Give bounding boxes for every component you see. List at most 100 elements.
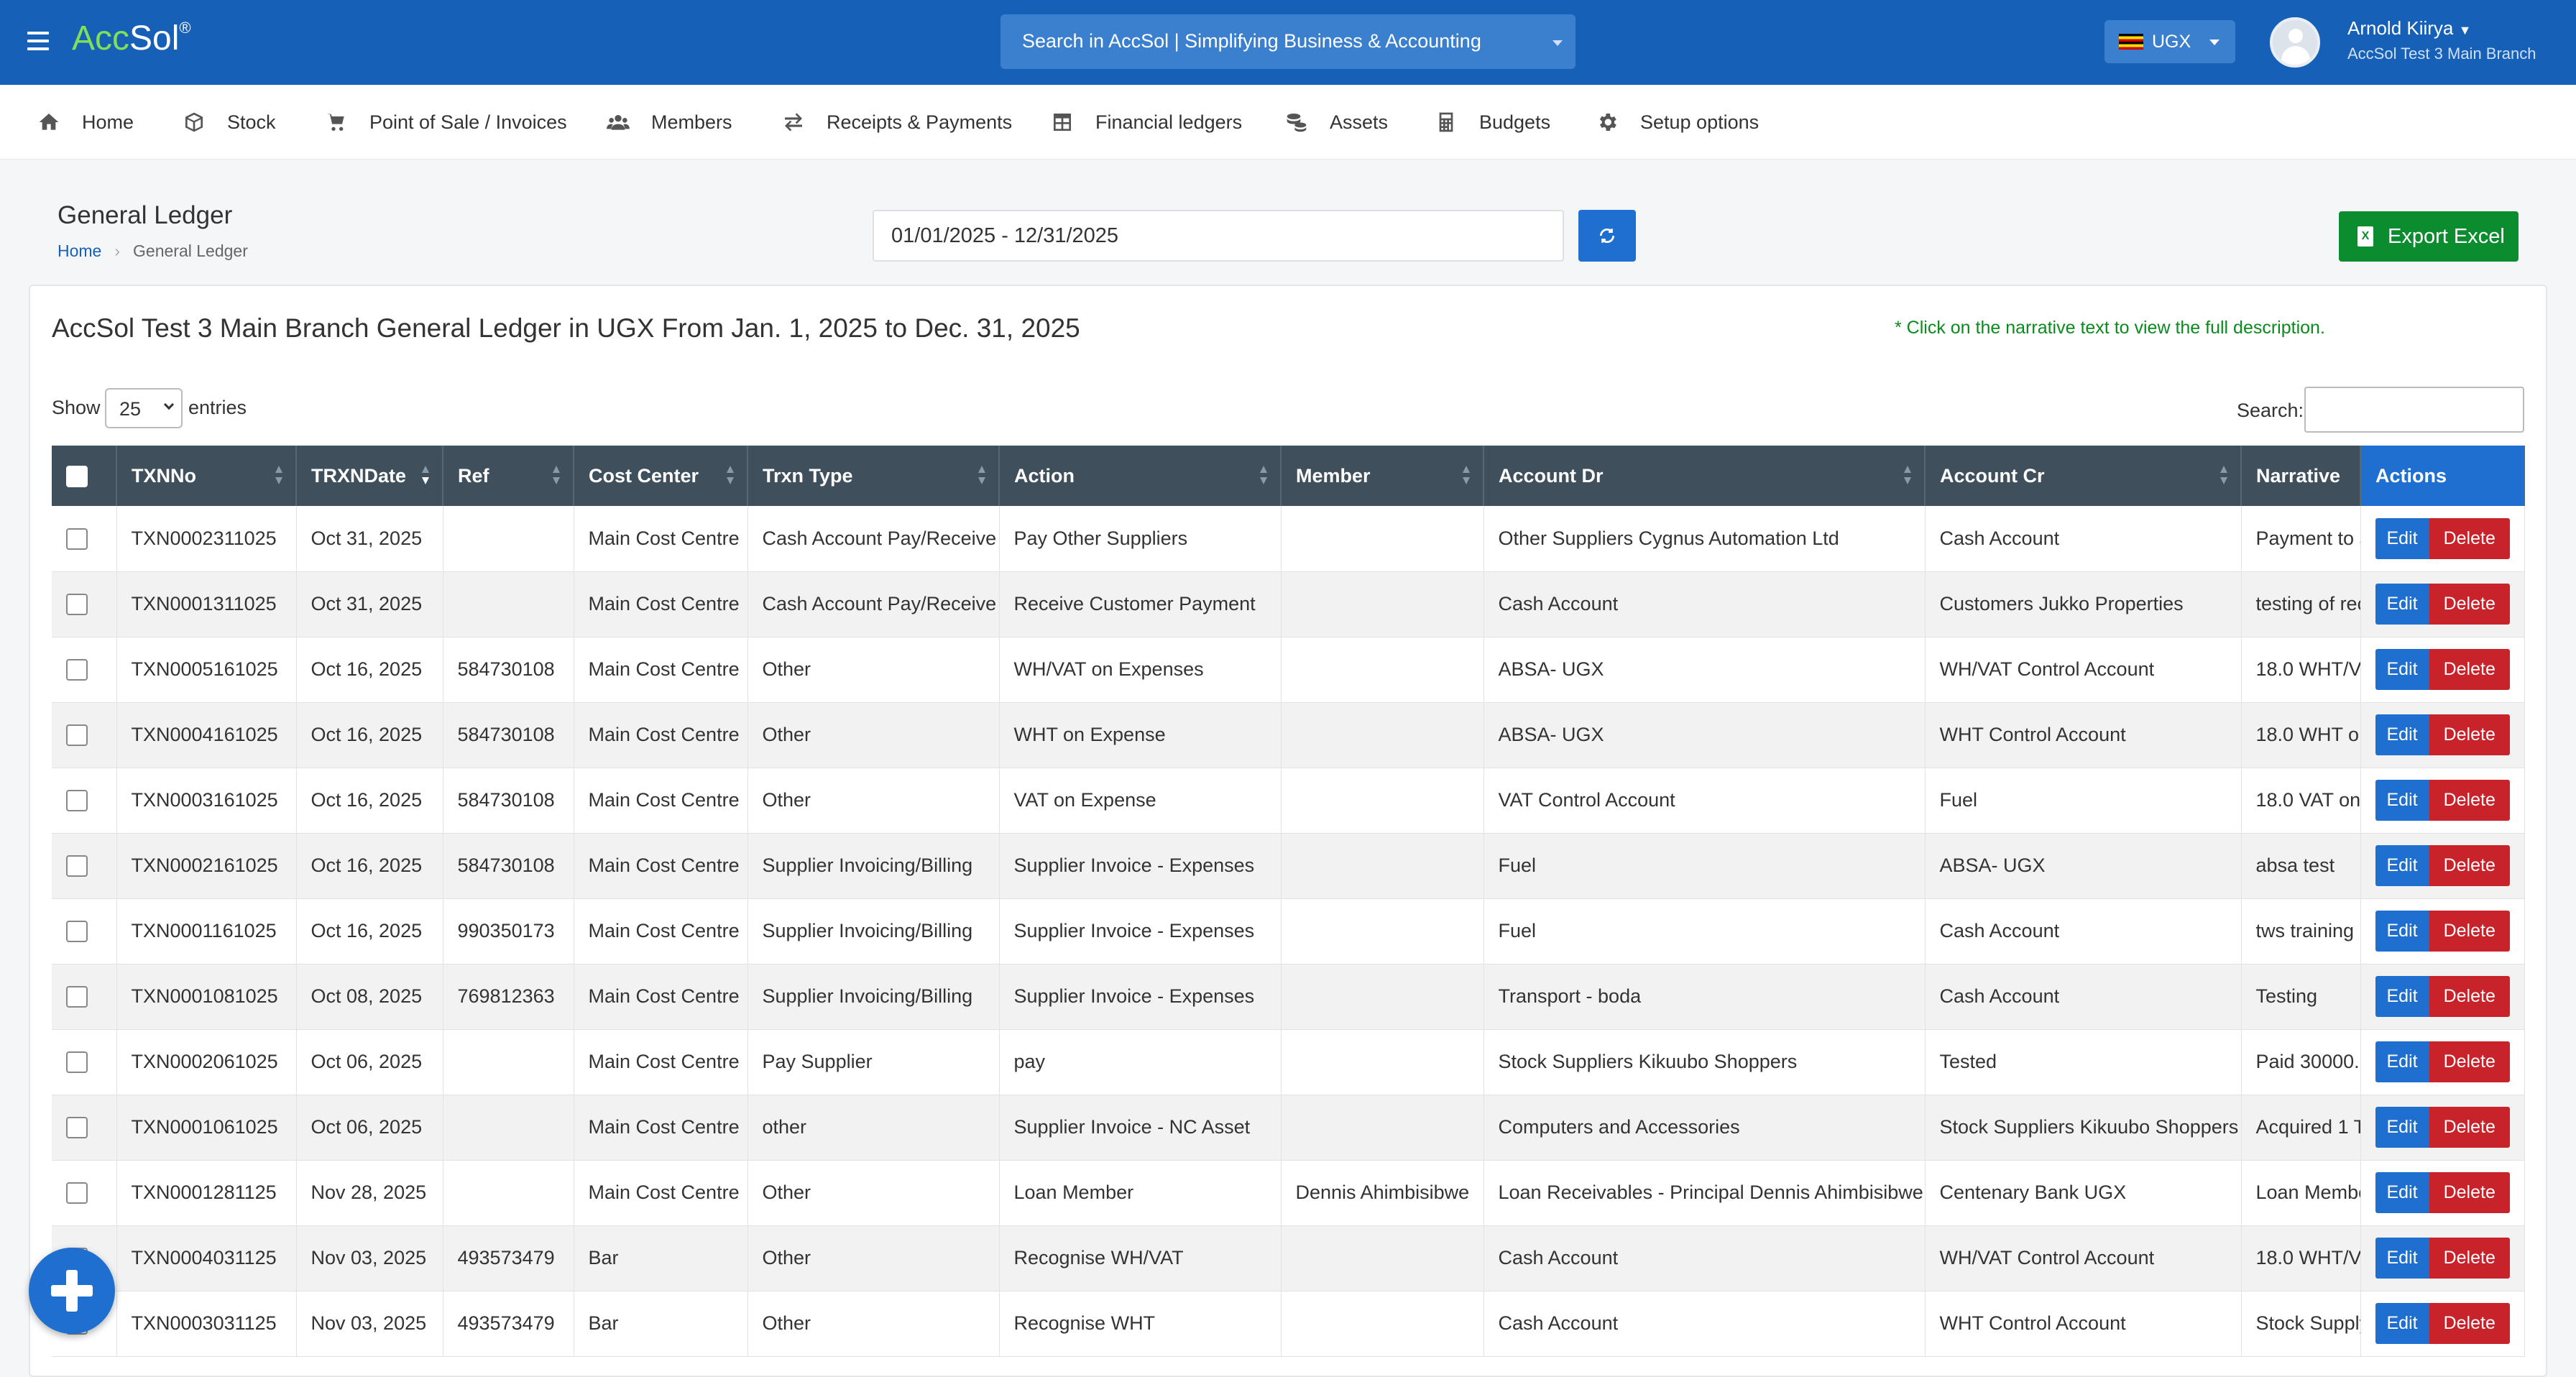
edit-button[interactable]: Edit	[2375, 517, 2429, 559]
cell-trxn-type: Supplier Invoicing/Billing	[748, 964, 1000, 1030]
column-header-action[interactable]: Action	[999, 446, 1282, 506]
cell-narrative[interactable]: Loan Membe	[2241, 1160, 2361, 1226]
entries-per-page-select[interactable]: 25	[105, 388, 183, 428]
user-avatar[interactable]	[2270, 17, 2320, 68]
column-header-cost-center[interactable]: Cost Center	[574, 446, 748, 506]
delete-button[interactable]: Delete	[2429, 649, 2510, 690]
top-bar: AccSol® Search in AccSol | Simplifying B…	[0, 0, 2576, 85]
narrative-hint: * Click on the narrative text to view th…	[1895, 318, 2325, 338]
row-checkbox[interactable]	[66, 659, 88, 681]
cell-narrative[interactable]: testing of rec	[2241, 571, 2361, 637]
delete-button[interactable]: Delete	[2429, 714, 2510, 755]
delete-button[interactable]: Delete	[2429, 1107, 2510, 1148]
cell-narrative[interactable]: Payment to s	[2241, 506, 2361, 572]
edit-button[interactable]: Edit	[2375, 976, 2429, 1017]
cell-cost-center: Main Cost Centre	[574, 833, 748, 899]
export-excel-button[interactable]: X Export Excel	[2339, 211, 2518, 262]
row-checkbox[interactable]	[66, 790, 88, 812]
column-header-trxn-type[interactable]: Trxn Type	[748, 446, 1000, 506]
row-checkbox[interactable]	[66, 921, 88, 943]
select-all-header[interactable]	[52, 446, 117, 506]
cell-narrative[interactable]: 18.0 VAT on	[2241, 768, 2361, 834]
delete-button[interactable]: Delete	[2429, 1303, 2510, 1344]
delete-button[interactable]: Delete	[2429, 911, 2510, 952]
row-checkbox[interactable]	[66, 724, 88, 747]
row-checkbox[interactable]	[66, 855, 88, 878]
edit-button[interactable]: Edit	[2375, 1238, 2429, 1279]
cell-narrative[interactable]: Stock Supply	[2241, 1291, 2361, 1357]
cell-narrative[interactable]: Acquired 1 T	[2241, 1095, 2361, 1161]
cell-account-cr: Cash Account	[1925, 898, 2242, 964]
currency-label: UGX	[2152, 32, 2191, 52]
row-checkbox[interactable]	[66, 594, 88, 616]
cell-txn-date: Nov 28, 2025	[296, 1160, 443, 1226]
cell-member	[1281, 1291, 1484, 1357]
cell-narrative[interactable]: absa test	[2241, 833, 2361, 899]
nav-point-of-sale[interactable]: Point of Sale / Invoices	[325, 85, 567, 160]
edit-button[interactable]: Edit	[2375, 714, 2429, 755]
cell-narrative[interactable]: Testing	[2241, 964, 2361, 1030]
nav-financial-ledgers[interactable]: Financial ledgers	[1051, 85, 1242, 160]
edit-button[interactable]: Edit	[2375, 1041, 2429, 1082]
nav-receipts-payments[interactable]: Receipts & Payments	[782, 85, 1012, 160]
breadcrumb-home-link[interactable]: Home	[58, 241, 101, 260]
edit-button[interactable]: Edit	[2375, 1303, 2429, 1344]
delete-button[interactable]: Delete	[2429, 780, 2510, 821]
cell-txn-date: Oct 31, 2025	[296, 571, 443, 637]
delete-button[interactable]: Delete	[2429, 1041, 2510, 1082]
row-checkbox[interactable]	[66, 1182, 88, 1205]
table-search-input[interactable]	[2304, 387, 2524, 433]
nav-setup-options[interactable]: Setup options	[1596, 85, 1759, 160]
cell-txn-no: TXN0001061025	[116, 1095, 297, 1161]
edit-button[interactable]: Edit	[2375, 584, 2429, 625]
nav-home[interactable]: Home	[37, 85, 134, 160]
edit-button[interactable]: Edit	[2375, 649, 2429, 690]
column-header-txnno[interactable]: TXNNo	[116, 446, 297, 506]
edit-button[interactable]: Edit	[2375, 1107, 2429, 1148]
edit-button[interactable]: Edit	[2375, 780, 2429, 821]
edit-button[interactable]: Edit	[2375, 1172, 2429, 1213]
column-header-trxndate[interactable]: TRXNDate	[296, 446, 443, 506]
nav-budgets[interactable]: Budgets	[1435, 85, 1550, 160]
delete-button[interactable]: Delete	[2429, 845, 2510, 886]
select-all-checkbox[interactable]	[66, 465, 88, 487]
delete-button[interactable]: Delete	[2429, 517, 2510, 559]
cell-narrative[interactable]: Paid 30000.	[2241, 1029, 2361, 1095]
row-checkbox[interactable]	[66, 528, 88, 551]
cell-narrative[interactable]: 18.0 WHT/V	[2241, 1225, 2361, 1291]
delete-button[interactable]: Delete	[2429, 1238, 2510, 1279]
user-name-menu[interactable]: Arnold Kiirya ▼	[2347, 17, 2471, 40]
cell-narrative[interactable]: tws training	[2241, 898, 2361, 964]
row-checkbox[interactable]	[66, 986, 88, 1008]
edit-button[interactable]: Edit	[2375, 911, 2429, 952]
global-search-input[interactable]: Search in AccSol | Simplifying Business …	[1000, 14, 1576, 69]
hamburger-menu-icon[interactable]	[27, 32, 49, 53]
edit-button[interactable]: Edit	[2375, 845, 2429, 886]
date-range-input[interactable]: 01/01/2025 - 12/31/2025	[873, 210, 1564, 262]
add-transaction-button[interactable]	[29, 1248, 115, 1334]
column-header-member[interactable]: Member	[1281, 446, 1484, 506]
cell-ref: 769812363	[443, 964, 574, 1030]
row-select-cell	[52, 1095, 117, 1161]
app-logo[interactable]: AccSol®	[72, 19, 191, 58]
nav-stock[interactable]: Stock	[183, 85, 276, 160]
column-header-account-dr[interactable]: Account Dr	[1484, 446, 1926, 506]
cell-narrative[interactable]: 18.0 WHT o	[2241, 702, 2361, 768]
cell-txn-no: TXN0003161025	[116, 768, 297, 834]
column-header-narrative[interactable]: Narrative	[2241, 446, 2361, 506]
currency-selector[interactable]: UGX	[2104, 20, 2235, 63]
nav-assets[interactable]: Assets	[1285, 85, 1388, 160]
delete-button[interactable]: Delete	[2429, 976, 2510, 1017]
cell-account-dr: Fuel	[1484, 898, 1926, 964]
cell-narrative[interactable]: 18.0 WHT/V	[2241, 637, 2361, 703]
nav-members[interactable]: Members	[607, 85, 732, 160]
row-checkbox[interactable]	[66, 1051, 88, 1074]
delete-button[interactable]: Delete	[2429, 1172, 2510, 1213]
column-header-ref[interactable]: Ref	[443, 446, 574, 506]
delete-button[interactable]: Delete	[2429, 584, 2510, 625]
row-checkbox[interactable]	[66, 1117, 88, 1139]
column-header-account-cr[interactable]: Account Cr	[1925, 446, 2242, 506]
cell-txn-no: TXN0001281125	[116, 1160, 297, 1226]
cell-account-dr: Transport - boda	[1484, 964, 1926, 1030]
refresh-button[interactable]	[1578, 210, 1636, 262]
